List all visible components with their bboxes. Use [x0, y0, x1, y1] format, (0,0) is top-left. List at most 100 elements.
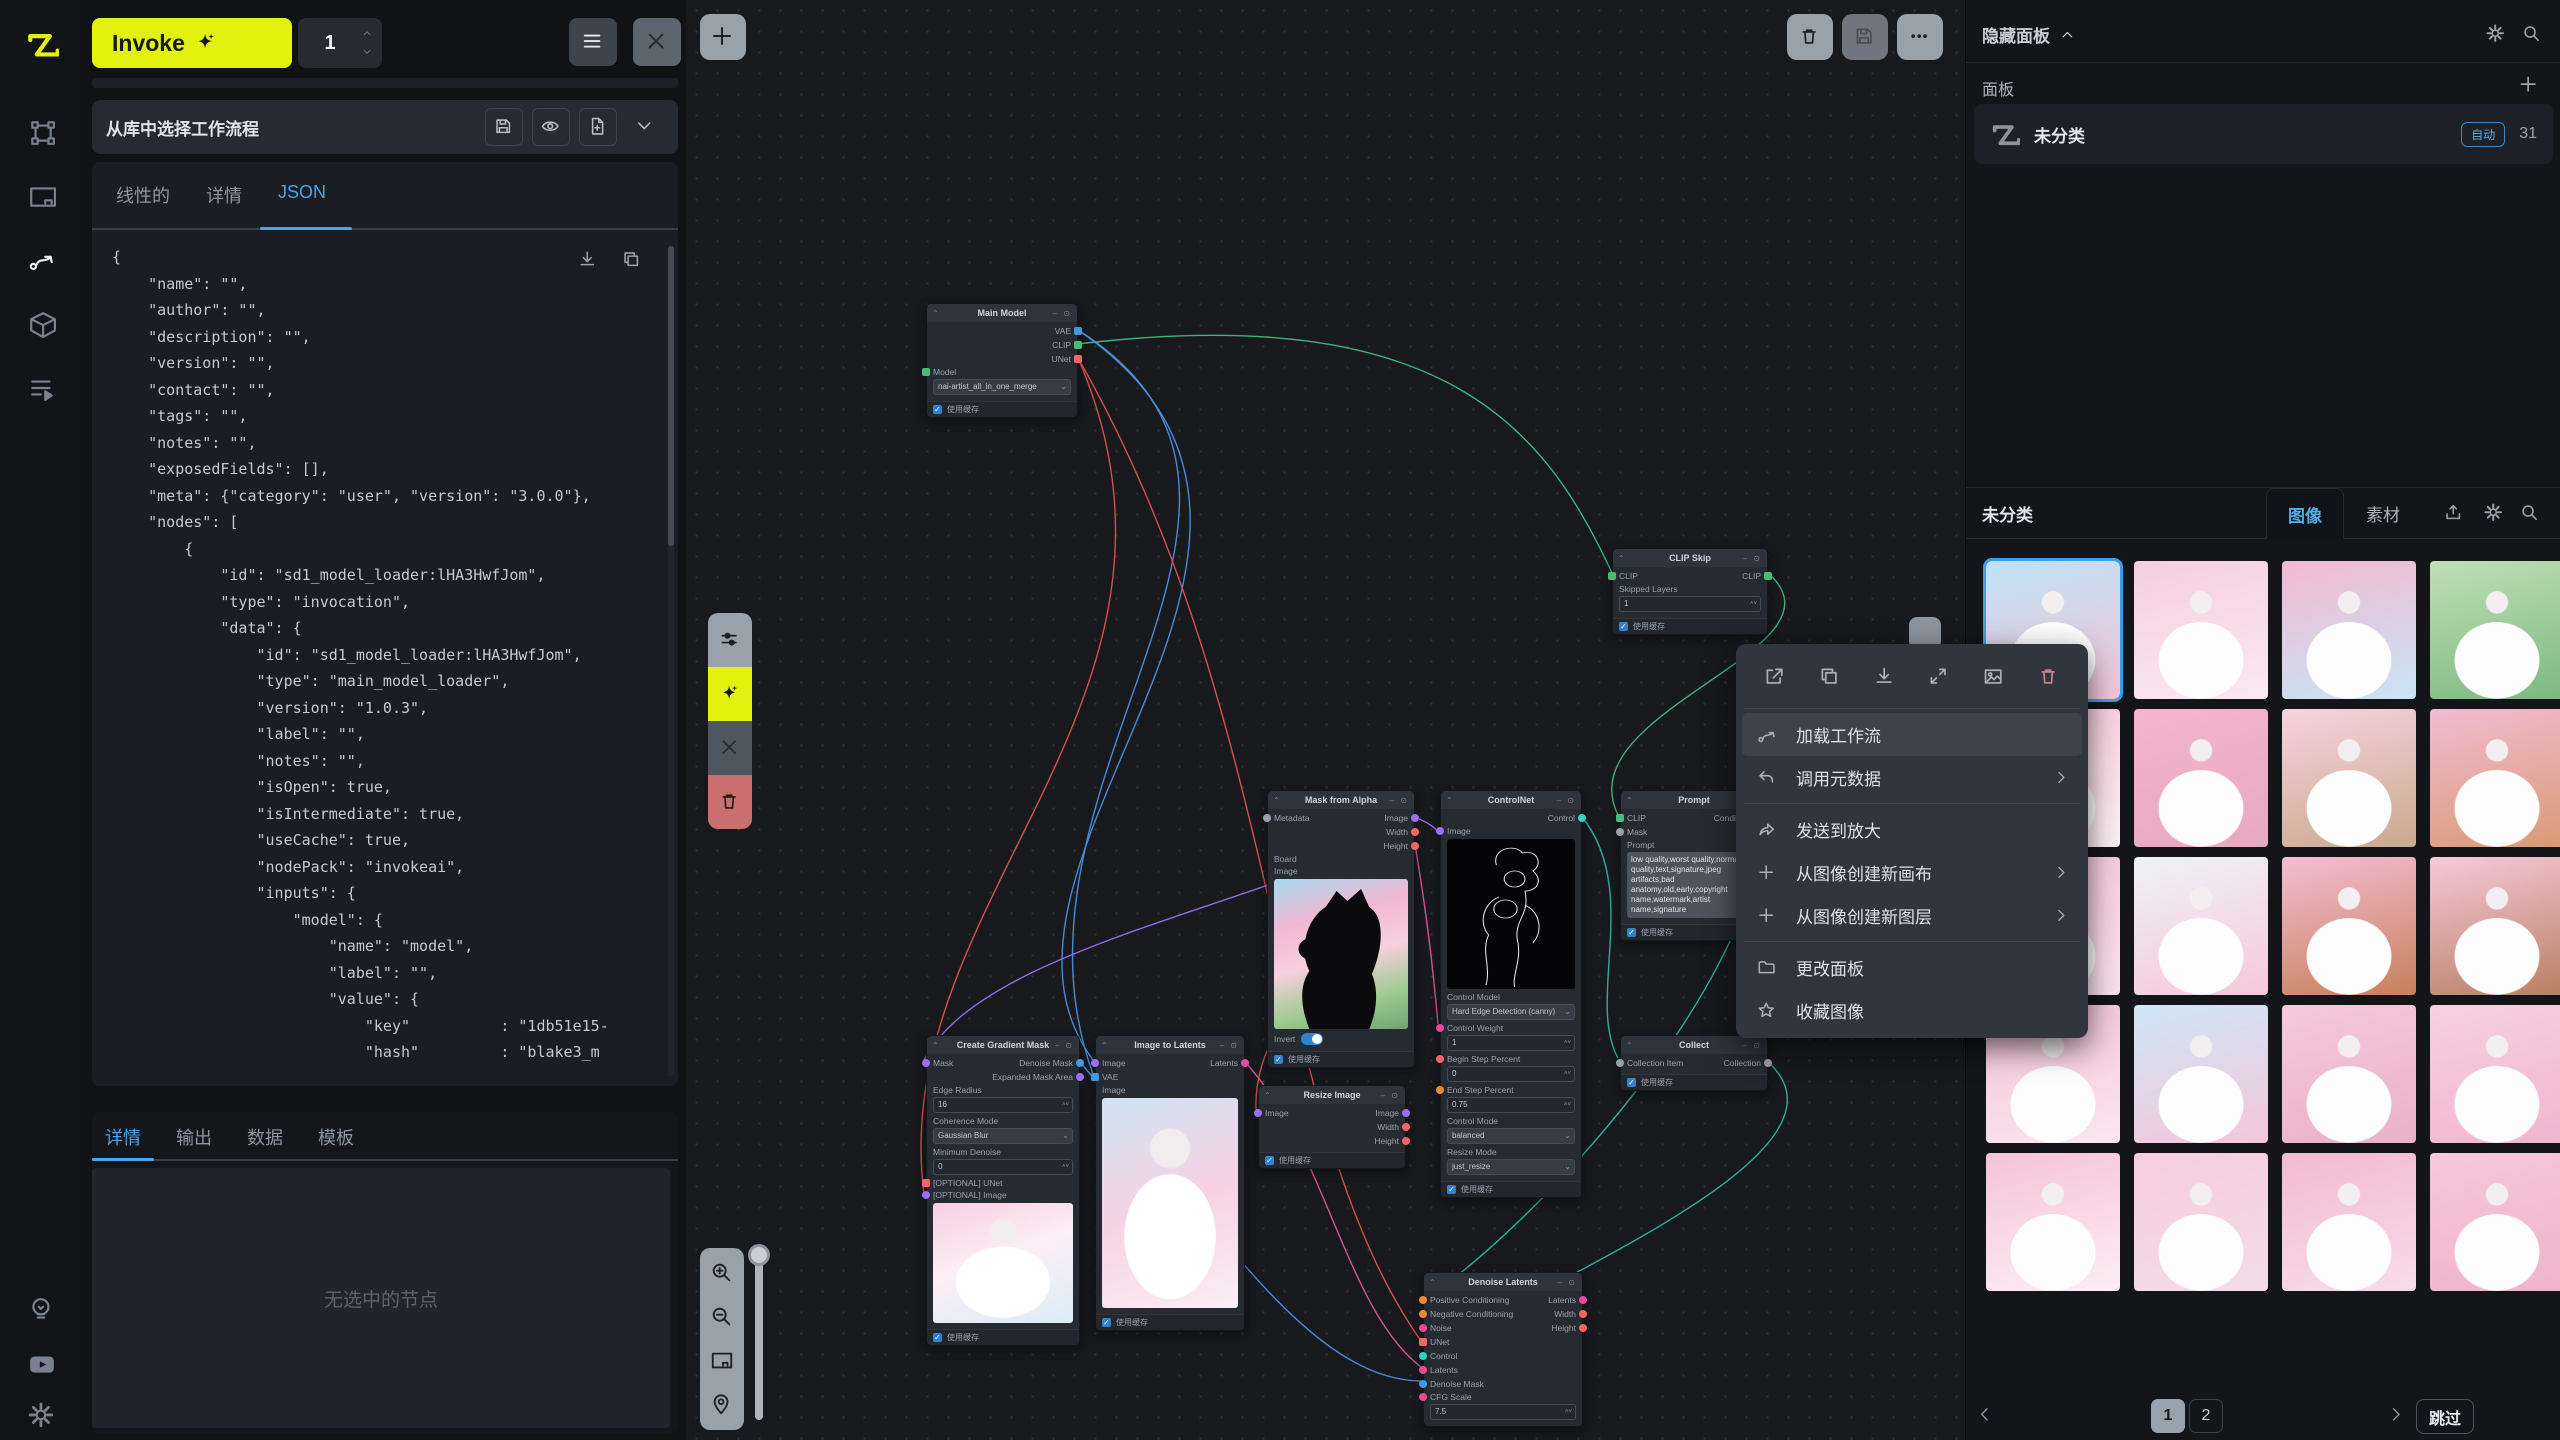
- node-header[interactable]: ⌃Create Gradient Mask– ⊙: [927, 1036, 1079, 1054]
- output-handle-CLIP[interactable]: [1764, 572, 1772, 580]
- menu-item-从图像创建新画布[interactable]: 从图像创建新画布: [1742, 851, 2082, 894]
- select-field[interactable]: Gaussian Blur⌄: [933, 1128, 1073, 1144]
- output-handle-Width[interactable]: [1402, 1123, 1410, 1131]
- menu-item-更改面板[interactable]: 更改面板: [1742, 946, 2082, 989]
- locate-button[interactable]: [707, 1390, 737, 1420]
- node-header[interactable]: ⌃Mask from Alpha– ⊙: [1268, 791, 1414, 809]
- gallery-image[interactable]: [2282, 1005, 2416, 1143]
- gallery-tab-素材[interactable]: 素材: [2344, 488, 2422, 539]
- input-handle-CLIP[interactable]: [1616, 814, 1624, 822]
- input-handle-Image[interactable]: [1254, 1109, 1262, 1117]
- input-handle-Positive Conditioning[interactable]: [1419, 1296, 1427, 1304]
- save-workflow-button[interactable]: [485, 108, 523, 146]
- gallery-image[interactable]: [2134, 1153, 2268, 1291]
- gallery-image[interactable]: [2134, 1005, 2268, 1143]
- node-denoise-latents[interactable]: ⌃Denoise Latents– ⊙Positive Conditioning…: [1423, 1272, 1583, 1427]
- input-handle-Latents[interactable]: [1419, 1366, 1427, 1374]
- clear-canvas-button[interactable]: [1787, 14, 1833, 60]
- prev-page-button[interactable]: [1976, 1406, 1994, 1424]
- node-settings-button[interactable]: [708, 613, 752, 667]
- rail-item-workflow[interactable]: [22, 240, 62, 280]
- node-image-to-latents[interactable]: ⌃Image to Latents– ⊙ImageLatentsVAEImage…: [1095, 1035, 1245, 1331]
- upload-image-button[interactable]: [2444, 503, 2464, 523]
- input-handle-Begin Step Percent[interactable]: [1436, 1055, 1444, 1063]
- select-field[interactable]: Hard Edge Detection (canny)⌄: [1447, 1004, 1575, 1020]
- number-field[interactable]: 0˄˅: [933, 1159, 1073, 1175]
- add-board-button[interactable]: [2518, 74, 2540, 96]
- use-cache-checkbox[interactable]: ✓: [1265, 1156, 1274, 1165]
- output-handle-Image[interactable]: [1411, 814, 1419, 822]
- gallery-settings-button[interactable]: [2484, 503, 2504, 523]
- output-handle-Width[interactable]: [1579, 1310, 1587, 1318]
- zoom-out-button[interactable]: [707, 1302, 737, 1332]
- close-panel-button[interactable]: [633, 18, 681, 66]
- input-handle-Mask[interactable]: [922, 1059, 930, 1067]
- quick-action-image-button[interactable]: [1983, 666, 2005, 688]
- use-cache-checkbox[interactable]: ✓: [933, 1333, 942, 1342]
- node-header[interactable]: ⌃Image to Latents– ⊙: [1096, 1036, 1244, 1054]
- gallery-image[interactable]: [2134, 857, 2268, 995]
- json-scrollbar[interactable]: [668, 246, 674, 1076]
- zoom-in-button[interactable]: [707, 1258, 737, 1288]
- node-resize-image[interactable]: ⌃Resize Image– ⊙ImageImageWidthHeight✓使用…: [1258, 1085, 1406, 1169]
- input-handle-VAE[interactable]: [1091, 1073, 1099, 1081]
- input-handle-Model[interactable]: [922, 368, 930, 376]
- inspector-tab-详情[interactable]: 详情: [105, 1118, 141, 1158]
- node-mask-from-alpha[interactable]: ⌃Mask from Alpha– ⊙MetadataImageWidthHei…: [1267, 790, 1415, 1068]
- use-cache-checkbox[interactable]: ✓: [1627, 928, 1636, 937]
- node-clip-skip[interactable]: ⌃CLIP Skip– ⊙CLIPCLIPSkipped Layers1˄˅✓使…: [1612, 548, 1768, 635]
- input-handle-Image[interactable]: [1436, 827, 1444, 835]
- quick-action-download-button[interactable]: [1874, 666, 1896, 688]
- inspector-tab-模板[interactable]: 模板: [318, 1118, 354, 1158]
- node-collect[interactable]: ⌃Collect– ⊙Collection ItemCollection✓使用缓…: [1620, 1035, 1768, 1091]
- tab-详情[interactable]: 详情: [206, 176, 242, 216]
- quick-action-copy-button[interactable]: [1819, 666, 1841, 688]
- skip-button[interactable]: 跳过: [2416, 1399, 2474, 1434]
- menu-item-收藏图像[interactable]: 收藏图像: [1742, 989, 2082, 1032]
- gallery-image[interactable]: [2282, 561, 2416, 699]
- tab-JSON[interactable]: JSON: [278, 176, 326, 216]
- boards-search-button[interactable]: [2522, 24, 2542, 44]
- rail-item-nodes-box[interactable]: [22, 112, 62, 152]
- number-field[interactable]: 1˄˅: [1447, 1035, 1575, 1051]
- output-handle-UNet[interactable]: [1074, 355, 1082, 363]
- node-main-model[interactable]: ⌃Main Model– ⊙VAECLIPUNetModelnai-artist…: [926, 303, 1078, 418]
- input-handle-[OPTIONAL] UNet[interactable]: [922, 1179, 930, 1187]
- hide-panel-toggle[interactable]: 隐藏面板: [1982, 22, 2076, 47]
- new-workflow-button[interactable]: [579, 108, 617, 146]
- menu-button[interactable]: [569, 18, 617, 66]
- number-field[interactable]: 1˄˅: [1619, 596, 1761, 612]
- collapse-workflow-button[interactable]: [626, 108, 664, 146]
- output-handle-Latents[interactable]: [1579, 1296, 1587, 1304]
- rail-item-youtube[interactable]: [22, 1344, 62, 1384]
- input-handle-End Step Percent[interactable]: [1436, 1086, 1444, 1094]
- input-handle-Mask[interactable]: [1616, 828, 1624, 836]
- use-cache-checkbox[interactable]: ✓: [1627, 1078, 1636, 1087]
- gallery-image[interactable]: [2430, 709, 2560, 847]
- gallery-image[interactable]: [2282, 857, 2416, 995]
- output-handle-Expanded Mask Area[interactable]: [1076, 1073, 1084, 1081]
- output-handle-Denoise Mask[interactable]: [1076, 1059, 1084, 1067]
- rail-item-queue[interactable]: [22, 368, 62, 408]
- canvas-more-button[interactable]: [1897, 14, 1943, 60]
- menu-item-加载工作流[interactable]: 加载工作流: [1742, 713, 2082, 756]
- node-create-gradient-mask[interactable]: ⌃Create Gradient Mask– ⊙MaskDenoise Mask…: [926, 1035, 1080, 1346]
- gallery-image[interactable]: [1986, 1153, 2120, 1291]
- number-field[interactable]: 0˄˅: [1447, 1066, 1575, 1082]
- input-handle-Denoise Mask[interactable]: [1419, 1380, 1427, 1388]
- page-button-2[interactable]: 2: [2189, 1399, 2223, 1433]
- view-workflow-button[interactable]: [532, 108, 570, 146]
- input-handle-[OPTIONAL] Image[interactable]: [922, 1191, 930, 1199]
- input-handle-CFG Scale[interactable]: [1419, 1393, 1427, 1401]
- gallery-image[interactable]: [2134, 561, 2268, 699]
- quick-action-expand-button[interactable]: [1928, 666, 1950, 688]
- gallery-image[interactable]: [2430, 1005, 2560, 1143]
- quick-action-trash-button[interactable]: [2038, 666, 2060, 688]
- gallery-search-button[interactable]: [2520, 503, 2540, 523]
- cancel-button[interactable]: [708, 721, 752, 775]
- number-field[interactable]: 7.5˄˅: [1430, 1404, 1576, 1420]
- page-button-1[interactable]: 1: [2151, 1399, 2185, 1433]
- input-handle-Control[interactable]: [1419, 1352, 1427, 1360]
- inspector-tab-数据[interactable]: 数据: [247, 1118, 283, 1158]
- use-cache-checkbox[interactable]: ✓: [1102, 1318, 1111, 1327]
